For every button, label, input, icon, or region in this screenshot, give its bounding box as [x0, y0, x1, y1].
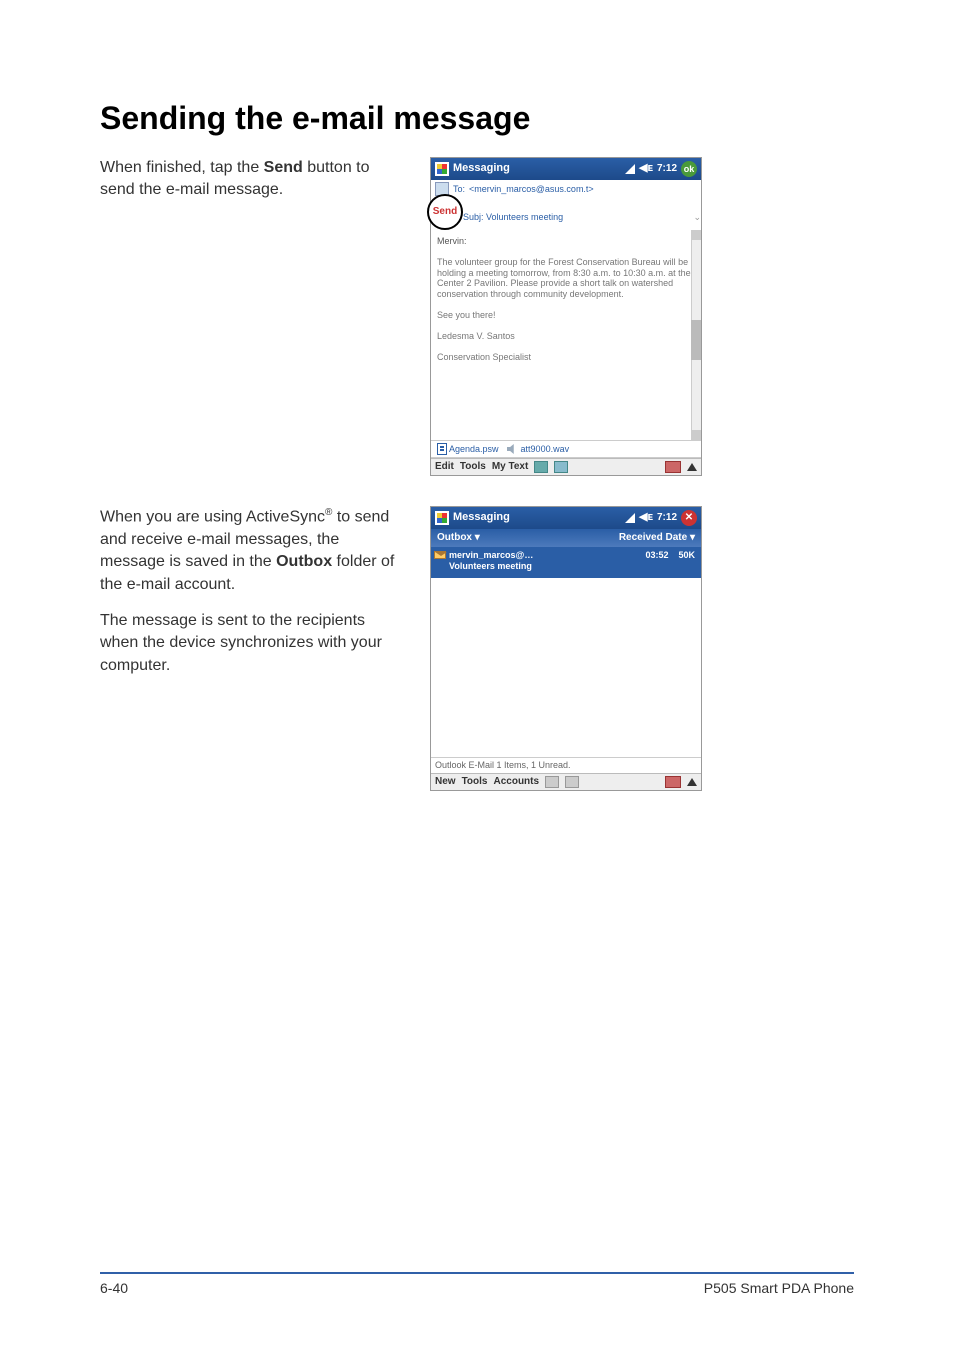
volume-icon: ◀ᴇ: [639, 162, 653, 175]
titlebar-2: Messaging ◀ᴇ 7:12 ✕: [431, 507, 701, 529]
toolbar-icon-2[interactable]: [554, 461, 568, 473]
page-heading: Sending the e-mail message: [100, 100, 854, 137]
message-body[interactable]: Mervin: The volunteer group for the Fore…: [431, 230, 701, 440]
attachment-1[interactable]: Agenda.psw: [437, 443, 499, 455]
para2-pre: When you are using ActiveSync: [100, 508, 325, 525]
screenshot-outbox: Messaging ◀ᴇ 7:12 ✕ Outbox Received Date…: [430, 506, 702, 791]
compose-to-row: To: <mervin_marcos@asus.com.t>: [431, 180, 701, 198]
folderbar: Outbox Received Date: [431, 529, 701, 547]
para-2: When you are using ActiveSync® to send a…: [100, 506, 400, 596]
keyboard-icon-2[interactable]: [665, 776, 681, 788]
menu-new[interactable]: New: [435, 776, 456, 788]
to-label: To:: [453, 184, 465, 195]
toolbar-icon-3[interactable]: [545, 776, 559, 788]
subject-line[interactable]: Subj: Volunteers meeting ⌄: [463, 206, 701, 223]
body-text-2: When you are using ActiveSync® to send a…: [100, 506, 400, 791]
folder-dropdown[interactable]: Outbox: [437, 532, 480, 544]
app-title-1: Messaging: [453, 162, 621, 175]
list-item[interactable]: mervin_marcos@… 03:52 50K Volunteers mee…: [431, 547, 701, 578]
start-icon[interactable]: [435, 162, 449, 176]
menu-edit[interactable]: Edit: [435, 461, 454, 473]
status-line: Outlook E-Mail 1 Items, 1 Unread.: [431, 757, 701, 773]
body-text-1: When finished, tap the Send button to se…: [100, 157, 400, 476]
sort-dropdown[interactable]: Received Date: [619, 532, 695, 544]
document-icon: [437, 443, 447, 455]
list-item-time: 03:52: [645, 550, 668, 560]
start-icon-2[interactable]: [435, 511, 449, 525]
send-callout-circle: Send: [427, 194, 463, 230]
volume-icon-2: ◀ᴇ: [639, 511, 653, 524]
row-1: When finished, tap the Send button to se…: [100, 157, 854, 476]
clock-1: 7:12: [657, 163, 677, 175]
sip-arrow-icon-2[interactable]: [687, 778, 697, 786]
list-item-from-row: mervin_marcos@… 03:52 50K: [449, 550, 695, 561]
para2-bold: Outbox: [276, 553, 332, 570]
signal-icon-2: [625, 513, 635, 523]
para1-bold: Send: [264, 159, 303, 176]
scrollbar-1[interactable]: [691, 230, 701, 440]
screenshot-compose: Messaging ◀ᴇ 7:12 ok To: <mervin_marcos@…: [430, 157, 702, 476]
status-icons-2: ◀ᴇ 7:12: [625, 511, 677, 524]
ok-button[interactable]: ok: [681, 161, 697, 177]
greeting: Mervin:: [437, 236, 695, 247]
sig-title: Conservation Specialist: [437, 352, 695, 363]
clock-2: 7:12: [657, 512, 677, 524]
menubar-1: Edit Tools My Text: [431, 458, 701, 475]
attachment-2-name: att9000.wav: [521, 444, 570, 455]
attachment-1-name: Agenda.psw: [449, 444, 499, 455]
to-value[interactable]: <mervin_marcos@asus.com.t>: [469, 184, 594, 195]
list-item-size: 50K: [678, 550, 695, 560]
para-3: The message is sent to the recipients wh…: [100, 610, 400, 677]
list-item-from: mervin_marcos@…: [449, 550, 533, 561]
attachment-row: Agenda.psw att9000.wav: [431, 440, 701, 458]
product-name: P505 Smart PDA Phone: [704, 1280, 854, 1296]
page-number: 6-40: [100, 1280, 128, 1296]
send-button[interactable]: Send: [433, 206, 457, 218]
body-paragraph: The volunteer group for the Forest Conse…: [437, 257, 695, 300]
subj-label: Subj:: [463, 212, 484, 222]
para-1: When finished, tap the Send button to se…: [100, 157, 400, 202]
toolbar-icon-4[interactable]: [565, 776, 579, 788]
sip-arrow-icon[interactable]: [687, 463, 697, 471]
send-subj-row: Send Subj: Volunteers meeting ⌄: [431, 198, 701, 230]
status-icons-1: ◀ᴇ 7:12: [625, 162, 677, 175]
attachment-2[interactable]: att9000.wav: [507, 444, 570, 455]
menu-tools-1[interactable]: Tools: [460, 461, 486, 473]
app-title-2: Messaging: [453, 511, 621, 524]
scroll-thumb[interactable]: [691, 320, 701, 360]
toolbar-icon-1[interactable]: [534, 461, 548, 473]
menu-tools-2[interactable]: Tools: [462, 776, 488, 788]
menu-mytext[interactable]: My Text: [492, 461, 529, 473]
expand-icon[interactable]: ⌄: [693, 212, 701, 223]
scroll-up-icon[interactable]: [692, 230, 701, 240]
list-item-subject: Volunteers meeting: [449, 561, 695, 572]
titlebar-1: Messaging ◀ᴇ 7:12 ok: [431, 158, 701, 180]
envelope-icon: [434, 551, 446, 559]
audio-icon: [507, 444, 519, 454]
scroll-down-icon[interactable]: [692, 430, 701, 440]
closing: See you there!: [437, 310, 695, 321]
signal-icon: [625, 164, 635, 174]
menu-accounts[interactable]: Accounts: [494, 776, 540, 788]
para1-pre: When finished, tap the: [100, 159, 264, 176]
message-list[interactable]: mervin_marcos@… 03:52 50K Volunteers mee…: [431, 547, 701, 757]
close-button[interactable]: ✕: [681, 510, 697, 526]
row-2: When you are using ActiveSync® to send a…: [100, 506, 854, 791]
subj-value: Volunteers meeting: [486, 212, 563, 222]
menubar-2: New Tools Accounts: [431, 773, 701, 790]
keyboard-icon[interactable]: [665, 461, 681, 473]
sig-name: Ledesma V. Santos: [437, 331, 695, 342]
page-footer: 6-40 P505 Smart PDA Phone: [100, 1272, 854, 1296]
